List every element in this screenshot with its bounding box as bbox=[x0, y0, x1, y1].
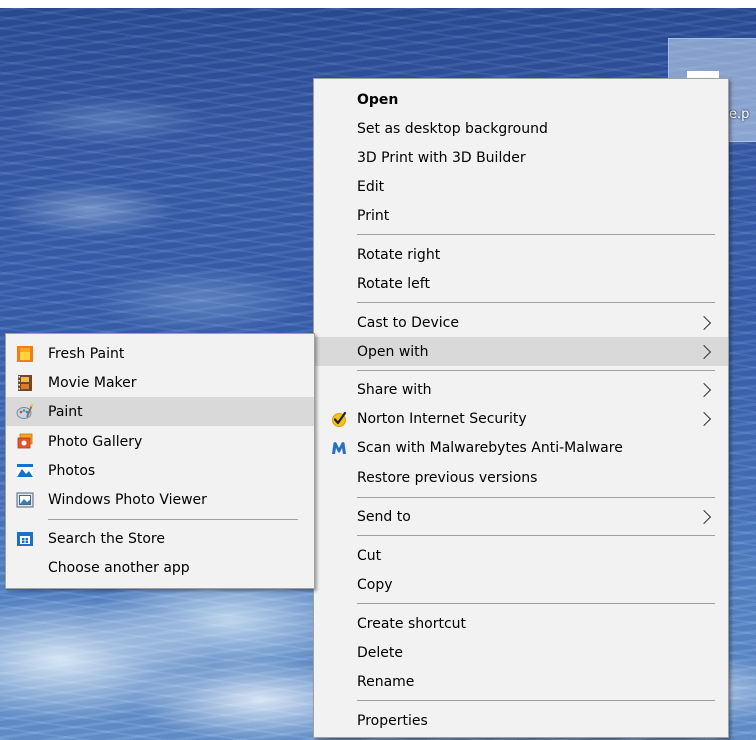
chevron-right-icon bbox=[696, 337, 714, 366]
menu-item-open-with[interactable]: Open with bbox=[314, 337, 728, 366]
fresh-paint-icon bbox=[17, 346, 33, 362]
menu-item-label: Cut bbox=[357, 547, 382, 564]
menu-item-label: Delete bbox=[357, 644, 403, 661]
menu-item-label: Send to bbox=[357, 508, 411, 525]
photos-icon bbox=[17, 464, 33, 478]
submenu-item-label: Fresh Paint bbox=[48, 345, 125, 362]
submenu-item-choose-another-app[interactable]: Choose another app bbox=[6, 553, 314, 582]
menu-item-create-shortcut[interactable]: Create shortcut bbox=[314, 609, 728, 638]
submenu-item-photo-gallery[interactable]: Photo Gallery bbox=[6, 427, 314, 456]
menu-item-label: Share with bbox=[357, 381, 432, 398]
chevron-right-icon bbox=[696, 375, 714, 404]
menu-item-cast-to-device[interactable]: Cast to Device bbox=[314, 308, 728, 337]
submenu-item-label: Photo Gallery bbox=[48, 433, 143, 450]
menu-item-open[interactable]: Open bbox=[314, 85, 728, 114]
menu-item-label: 3D Print with 3D Builder bbox=[357, 149, 526, 166]
menu-item-label: Open with bbox=[357, 343, 429, 360]
menu-item-label: Open bbox=[357, 91, 399, 108]
menu-item-label: Scan with Malwarebytes Anti-Malware bbox=[357, 439, 623, 456]
menu-item-rotate-left[interactable]: Rotate left bbox=[314, 269, 728, 298]
open-with-submenu: Fresh Paint Movie Maker Paint Photo Gall… bbox=[5, 333, 315, 589]
submenu-item-label: Search the Store bbox=[48, 530, 165, 547]
menu-separator bbox=[357, 535, 715, 536]
menu-item-label: Norton Internet Security bbox=[357, 410, 527, 427]
menu-item-malwarebytes[interactable]: Scan with Malwarebytes Anti-Malware bbox=[314, 433, 728, 462]
top-edge bbox=[0, 0, 756, 8]
menu-item-label: Rotate left bbox=[357, 275, 430, 292]
photo-gallery-icon bbox=[17, 433, 33, 449]
submenu-item-label: Windows Photo Viewer bbox=[48, 491, 207, 508]
chevron-right-icon bbox=[696, 502, 714, 531]
menu-item-norton[interactable]: Norton Internet Security bbox=[314, 404, 728, 433]
paint-icon bbox=[16, 403, 34, 419]
menu-item-copy[interactable]: Copy bbox=[314, 570, 728, 599]
menu-item-label: Set as desktop background bbox=[357, 120, 548, 137]
menu-separator bbox=[48, 519, 298, 520]
menu-item-label: Create shortcut bbox=[357, 615, 467, 632]
menu-item-print[interactable]: Print bbox=[314, 201, 728, 230]
norton-check-icon bbox=[332, 411, 347, 427]
windows-photo-viewer-icon bbox=[16, 492, 34, 508]
menu-separator bbox=[357, 603, 715, 604]
menu-item-label: Rotate right bbox=[357, 246, 441, 263]
store-icon bbox=[17, 532, 33, 546]
submenu-item-paint[interactable]: Paint bbox=[6, 397, 314, 426]
menu-separator bbox=[357, 370, 715, 371]
submenu-item-movie-maker[interactable]: Movie Maker bbox=[6, 368, 314, 397]
submenu-item-label: Choose another app bbox=[48, 559, 190, 576]
menu-item-cut[interactable]: Cut bbox=[314, 541, 728, 570]
movie-maker-icon bbox=[18, 375, 32, 391]
submenu-item-photos[interactable]: Photos bbox=[6, 456, 314, 485]
menu-item-label: Print bbox=[357, 207, 390, 224]
context-menu: Open Set as desktop background 3D Print … bbox=[313, 78, 729, 738]
menu-separator bbox=[357, 497, 715, 498]
menu-item-label: Cast to Device bbox=[357, 314, 459, 331]
menu-item-delete[interactable]: Delete bbox=[314, 638, 728, 667]
chevron-right-icon bbox=[696, 404, 714, 433]
submenu-item-fresh-paint[interactable]: Fresh Paint bbox=[6, 339, 314, 368]
menu-item-restore-previous-versions[interactable]: Restore previous versions bbox=[314, 463, 728, 492]
menu-item-set-desktop-background[interactable]: Set as desktop background bbox=[314, 114, 728, 143]
menu-separator bbox=[357, 700, 715, 701]
malwarebytes-icon bbox=[332, 442, 346, 454]
submenu-item-label: Photos bbox=[48, 462, 96, 479]
menu-item-3d-print[interactable]: 3D Print with 3D Builder bbox=[314, 143, 728, 172]
submenu-item-windows-photo-viewer[interactable]: Windows Photo Viewer bbox=[6, 485, 314, 514]
submenu-item-search-the-store[interactable]: Search the Store bbox=[6, 524, 314, 553]
menu-item-label: Restore previous versions bbox=[357, 469, 538, 486]
menu-item-label: Edit bbox=[357, 178, 385, 195]
menu-item-label: Copy bbox=[357, 576, 393, 593]
menu-item-send-to[interactable]: Send to bbox=[314, 502, 728, 531]
menu-item-rotate-right[interactable]: Rotate right bbox=[314, 240, 728, 269]
desktop-file-label: e.p bbox=[729, 107, 750, 122]
menu-item-label: Properties bbox=[357, 712, 428, 729]
menu-item-label: Rename bbox=[357, 673, 415, 690]
submenu-item-label: Paint bbox=[48, 403, 83, 420]
menu-item-rename[interactable]: Rename bbox=[314, 667, 728, 696]
chevron-right-icon bbox=[696, 308, 714, 337]
menu-item-edit[interactable]: Edit bbox=[314, 172, 728, 201]
submenu-item-label: Movie Maker bbox=[48, 374, 137, 391]
menu-item-share-with[interactable]: Share with bbox=[314, 375, 728, 404]
menu-separator bbox=[357, 234, 715, 235]
menu-item-properties[interactable]: Properties bbox=[314, 706, 728, 735]
menu-separator bbox=[357, 302, 715, 303]
